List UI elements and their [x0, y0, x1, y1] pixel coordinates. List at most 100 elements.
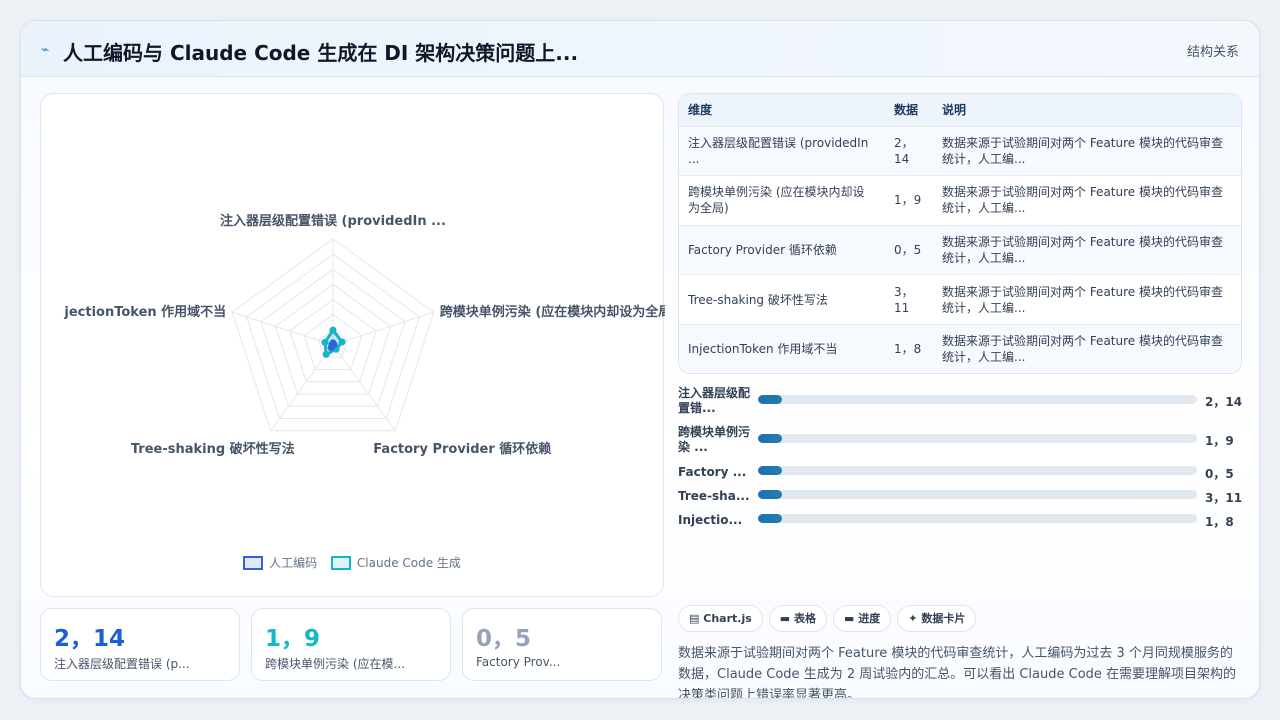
sparkline-icon: ⌁	[41, 41, 50, 57]
radar-axis-label: Tree-shaking 破坏性写法	[131, 441, 295, 457]
chart-legend: 人工编码 Claude Code 生成	[41, 554, 663, 573]
cell-description: 数据来源于试验期间对两个 Feature 模块的代码审查统计，人工编...	[933, 125, 1241, 176]
table-row[interactable]: Factory Provider 循环依赖 0，5 数据来源于试验期间对两个 F…	[679, 224, 1241, 275]
legend-label-claude: Claude Code 生成	[356, 556, 461, 570]
chip-progress[interactable]: ▬ 进度	[833, 605, 892, 632]
chip-label: 进度	[858, 612, 881, 625]
progress-label: 注入器层级配置错...	[678, 386, 751, 415]
radar-spoke	[332, 311, 434, 346]
progress-track	[758, 434, 1197, 443]
cell-data: 2，14	[885, 125, 933, 176]
table-header-row: 维度 数据 说明	[679, 94, 1241, 126]
cell-dimension: 注入器层级配置错误 (providedIn ...	[679, 125, 885, 176]
radar-data-point	[321, 338, 329, 346]
chip-data-card[interactable]: ✦ 数据卡片	[897, 605, 977, 632]
chart-icon: ▤	[689, 612, 700, 625]
cell-dimension: Tree-shaking 破坏性写法	[679, 274, 885, 325]
kpi-card-injector: 2，14 注入器层级配置错误 (p...	[40, 608, 240, 681]
data-table: 维度 数据 说明 注入器层级配置错误 (providedIn ... 2，14 …	[679, 94, 1241, 373]
kpi-value: 2，14	[54, 626, 126, 652]
legend-label-manual: 人工编码	[269, 556, 318, 570]
table-row[interactable]: 注入器层级配置错误 (providedIn ... 2，14 数据来源于试验期间…	[679, 125, 1241, 176]
cell-data: 1，8	[885, 323, 933, 373]
progress-value: 1，8	[1205, 515, 1234, 529]
cell-dimension: InjectionToken 作用域不当	[679, 323, 885, 373]
column-header-data: 数据	[885, 94, 933, 126]
cell-description: 数据来源于试验期间对两个 Feature 模块的代码审查统计，人工编...	[933, 224, 1241, 275]
cell-dimension: 跨模块单例污染 (应在模块内却设为全局)	[679, 175, 885, 226]
radar-spoke	[332, 344, 396, 432]
radar-axis-label: jectionToken 作用域不当	[63, 304, 226, 320]
progress-label: 跨模块单例污染 ...	[678, 425, 751, 454]
progress-row: 跨模块单例污染 ... 1，9	[678, 425, 1242, 455]
feature-chips: ▤ Chart.js ▬ 表格 ▬ 进度 ✦ 数据卡片	[678, 605, 982, 633]
legend-item-claude[interactable]: Claude Code 生成	[330, 554, 461, 571]
kpi-card-singleton: 1，9 跨模块单例污染 (应在模...	[251, 608, 451, 681]
cell-data: 1，9	[885, 175, 933, 226]
radar-data-point	[329, 326, 337, 334]
progress-value: 1，9	[1205, 434, 1234, 448]
legend-item-manual[interactable]: 人工编码	[243, 554, 317, 571]
radar-chart: 注入器层级配置错误 (providedIn ... 跨模块单例污染 (应在模块内却…	[63, 213, 665, 457]
progress-label: Tree-sha...	[678, 489, 750, 503]
table-row[interactable]: InjectionToken 作用域不当 1，8 数据来源于试验期间对两个 Fe…	[679, 323, 1241, 373]
cell-description: 数据来源于试验期间对两个 Feature 模块的代码审查统计，人工编...	[933, 323, 1241, 373]
radar-axis-label: Factory Provider 循环依赖	[373, 441, 551, 457]
progress-track	[758, 490, 1197, 499]
column-header-description: 说明	[933, 94, 1241, 126]
cell-data: 0，5	[885, 224, 933, 275]
progress-value: 3，11	[1205, 491, 1243, 505]
progress-label: Factory ...	[678, 465, 747, 479]
relation-tag: 结构关系	[1186, 45, 1239, 60]
legend-swatch-manual	[243, 555, 264, 570]
cell-data: 3，11	[885, 274, 933, 325]
progress-fill	[758, 466, 783, 475]
progress-row: 注入器层级配置错... 2，14	[678, 385, 1242, 415]
progress-fill	[758, 434, 783, 443]
chip-label: 数据卡片	[921, 612, 966, 625]
data-table-panel: 维度 数据 说明 注入器层级配置错误 (providedIn ... 2，14 …	[678, 93, 1242, 374]
card-body: 注入器层级配置错误 (providedIn ... 跨模块单例污染 (应在模块内却…	[21, 77, 1259, 699]
progress-track	[758, 466, 1197, 475]
progress-value: 0，5	[1205, 467, 1234, 481]
legend-swatch-claude	[330, 555, 351, 570]
radar-data-point	[322, 350, 330, 358]
radar-axis-label: 跨模块单例污染 (应在模块内却设为全局	[440, 304, 665, 320]
card-header: ⌁ 人工编码与 Claude Code 生成在 DI 架构决策问题上... 结构…	[21, 21, 1259, 77]
progress-track	[758, 514, 1197, 523]
progress-fill	[758, 395, 783, 404]
cell-description: 数据来源于试验期间对两个 Feature 模块的代码审查统计，人工编...	[933, 274, 1241, 325]
page-title: 人工编码与 Claude Code 生成在 DI 架构决策问题上...	[63, 41, 579, 65]
progress-row: Injectio... 1，8	[678, 512, 1242, 542]
progress-icon: ▬	[844, 612, 855, 625]
radar-data-point	[338, 338, 346, 346]
chip-table[interactable]: ▬ 表格	[768, 605, 828, 632]
kpi-label: 跨模块单例污染 (应在模...	[265, 657, 405, 671]
chip-chartjs[interactable]: ▤ Chart.js	[678, 605, 763, 632]
cell-description: 数据来源于试验期间对两个 Feature 模块的代码审查统计，人工编...	[933, 175, 1241, 226]
progress-track	[758, 395, 1197, 404]
chip-label: Chart.js	[703, 612, 752, 625]
progress-fill	[758, 490, 783, 499]
dashboard-card: ⌁ 人工编码与 Claude Code 生成在 DI 架构决策问题上... 结构…	[20, 20, 1260, 699]
chip-label: 表格	[794, 612, 817, 625]
table-icon: ▬	[779, 612, 791, 625]
kpi-card-factory: 0，5 Factory Prov...	[462, 608, 662, 681]
table-row[interactable]: 跨模块单例污染 (应在模块内却设为全局) 1，9 数据来源于试验期间对两个 Fe…	[679, 175, 1241, 226]
radar-data-point	[328, 341, 336, 349]
kpi-label: 注入器层级配置错误 (p...	[54, 657, 190, 671]
progress-label: Injectio...	[678, 513, 743, 527]
table-row[interactable]: Tree-shaking 破坏性写法 3，11 数据来源于试验期间对两个 Fea…	[679, 274, 1241, 325]
radar-spoke	[270, 344, 334, 432]
cell-dimension: Factory Provider 循环依赖	[679, 224, 885, 275]
kpi-value: 0，5	[476, 626, 532, 652]
data-source-note: 数据来源于试验期间对两个 Feature 模块的代码审查统计，人工编码为过去 3…	[678, 646, 1237, 699]
kpi-value: 1，9	[265, 626, 321, 652]
progress-fill	[758, 514, 783, 523]
column-header-dimension: 维度	[679, 94, 885, 126]
radar-spoke	[232, 311, 334, 346]
radar-chart-panel: 注入器层级配置错误 (providedIn ... 跨模块单例污染 (应在模块内却…	[40, 93, 665, 597]
card-icon: ✦	[908, 612, 918, 625]
progress-list: 注入器层级配置错... 2，14 跨模块单例污染 ... 1，9 Factory…	[678, 385, 1242, 535]
progress-value: 2，14	[1205, 395, 1243, 409]
